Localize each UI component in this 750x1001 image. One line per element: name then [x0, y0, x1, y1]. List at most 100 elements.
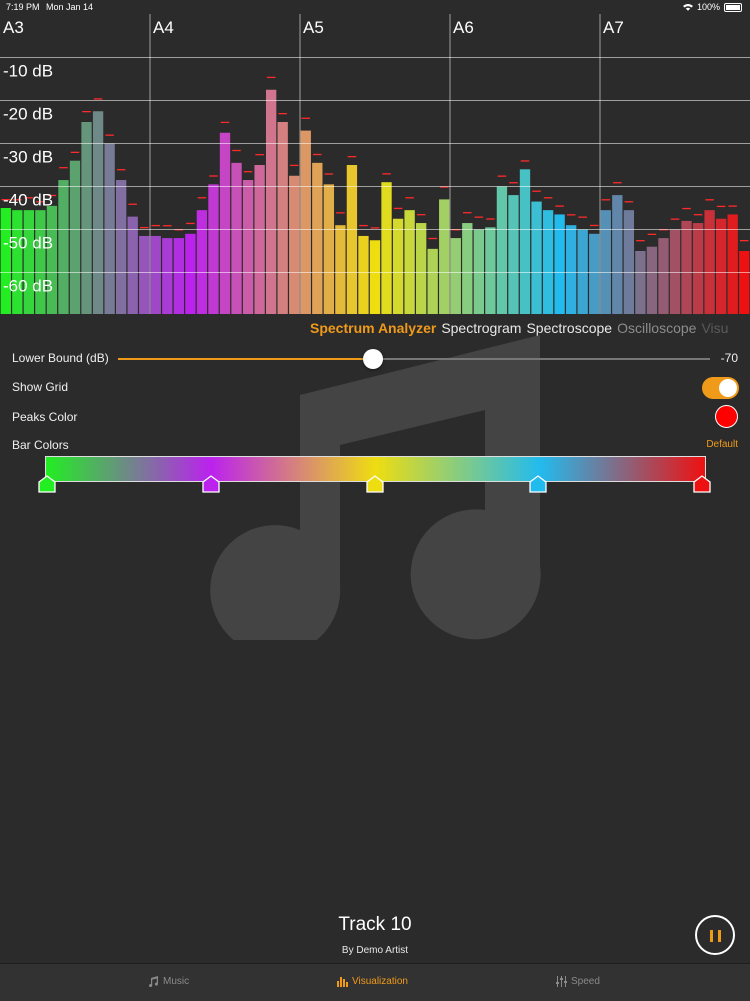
mode-spectrum-analyzer[interactable]: Spectrum Analyzer — [310, 320, 436, 336]
peak-marker — [382, 173, 391, 175]
tab-visualization[interactable]: Visualization — [337, 976, 408, 987]
spectrum-bar — [715, 218, 727, 314]
peak-marker — [405, 197, 414, 199]
gradient-stop-handle[interactable] — [529, 475, 547, 493]
tab-speed-label: Speed — [571, 976, 600, 987]
spectrum-bar — [231, 162, 242, 314]
spectrum-bar — [173, 238, 185, 314]
peak-marker — [278, 113, 287, 115]
status-time: 7:19 PM — [6, 2, 40, 12]
spectrum-bar — [81, 122, 92, 314]
peak-marker — [70, 151, 80, 153]
battery-icon — [724, 2, 742, 12]
spectrum-bar — [692, 223, 704, 314]
peak-marker — [566, 214, 576, 216]
peak-marker — [255, 154, 264, 156]
peak-marker — [82, 111, 91, 113]
peaks-color-swatch[interactable] — [715, 405, 738, 428]
peak-marker — [232, 149, 241, 152]
gradient-stop-handle[interactable] — [693, 475, 711, 493]
peak-marker — [93, 98, 103, 100]
spectrum-bar — [358, 235, 369, 314]
peak-marker — [289, 164, 299, 167]
spectrum-bar — [600, 210, 611, 314]
mode-spectrogram[interactable]: Spectrogram — [441, 320, 521, 336]
peak-marker — [613, 182, 622, 184]
spectrum-bar — [658, 238, 669, 314]
peak-marker — [509, 182, 518, 184]
slider-thumb[interactable] — [362, 349, 383, 369]
gradient-stop-handle[interactable] — [38, 475, 56, 493]
mode-visualizer[interactable]: Visu — [701, 320, 728, 336]
peak-marker — [324, 173, 334, 175]
peak-marker — [336, 212, 345, 214]
peak-marker — [589, 224, 599, 227]
peak-marker — [682, 207, 691, 210]
peak-marker — [266, 76, 276, 79]
note-label: A6 — [453, 18, 474, 37]
spectrum-bar — [104, 143, 115, 314]
peak-marker — [243, 171, 253, 173]
peak-marker — [105, 134, 114, 136]
spectrum-bar — [335, 225, 346, 314]
db-label: -50 dB — [3, 234, 53, 253]
tab-music[interactable]: Music — [148, 976, 189, 987]
status-bar: 7:19 PM Mon Jan 14 100% — [0, 0, 750, 14]
peak-marker — [474, 216, 484, 218]
bar-colors-label: Bar Colors — [12, 438, 69, 452]
peak-marker — [128, 203, 137, 205]
note-label: A5 — [303, 18, 324, 37]
peak-marker — [163, 225, 172, 227]
note-label: A4 — [153, 18, 174, 37]
tab-music-label: Music — [163, 976, 190, 987]
spectrum-bar — [369, 240, 381, 314]
peak-marker — [739, 240, 749, 242]
slider-fill — [118, 358, 373, 360]
track-artist: By Demo Artist — [341, 945, 409, 956]
peak-marker — [347, 156, 357, 158]
spectrum-bar — [289, 175, 300, 314]
spectrum-bar — [508, 195, 519, 314]
gradient-stop-handle[interactable] — [202, 475, 220, 493]
show-grid-toggle[interactable] — [702, 377, 739, 399]
tab-speed[interactable]: Speed — [556, 976, 600, 987]
show-grid-label: Show Grid — [12, 380, 69, 394]
spectrum-bar — [46, 205, 58, 314]
spectrum-bar — [254, 165, 265, 314]
db-label: -30 dB — [3, 148, 53, 167]
mode-spectroscope[interactable]: Spectroscope — [526, 320, 612, 336]
peak-marker — [151, 224, 161, 227]
peak-marker — [359, 224, 368, 227]
battery-percent: 100% — [696, 2, 720, 12]
peak-marker — [186, 222, 195, 225]
spectrum-bar — [439, 199, 450, 314]
spectrum-bar — [542, 210, 554, 314]
spectrum-bar — [565, 225, 577, 314]
spectrum-bar — [162, 238, 173, 314]
spectrum-bar — [115, 180, 127, 314]
spectrum-bar — [450, 238, 461, 314]
spectrum-bar — [392, 218, 404, 314]
peak-marker — [705, 199, 714, 201]
default-colors-button[interactable]: Default — [706, 439, 738, 450]
mode-selector: Spectrum Analyzer Spectrogram Spectrosco… — [310, 320, 728, 336]
peak-marker — [486, 218, 495, 220]
spectrum-bar — [58, 180, 69, 314]
music-icon — [149, 976, 159, 987]
peak-marker — [670, 218, 680, 220]
lower-bound-value: -70 — [720, 351, 738, 365]
spectrum-bar — [265, 89, 277, 314]
db-label: -10 dB — [3, 62, 53, 81]
spectrum-bar — [577, 229, 588, 314]
mode-oscilloscope[interactable]: Oscilloscope — [617, 320, 696, 336]
spectrum-bar — [185, 233, 196, 314]
peak-marker — [139, 226, 149, 229]
lower-bound-slider[interactable] — [118, 349, 710, 369]
spectrum-bar — [23, 210, 35, 314]
spectrum-bar — [0, 208, 11, 314]
peak-marker — [463, 212, 472, 214]
gradient-stop-handle[interactable] — [365, 475, 384, 493]
spectrum-bar — [669, 229, 681, 314]
spectrum-bar — [739, 251, 750, 314]
pause-button[interactable] — [695, 915, 735, 955]
